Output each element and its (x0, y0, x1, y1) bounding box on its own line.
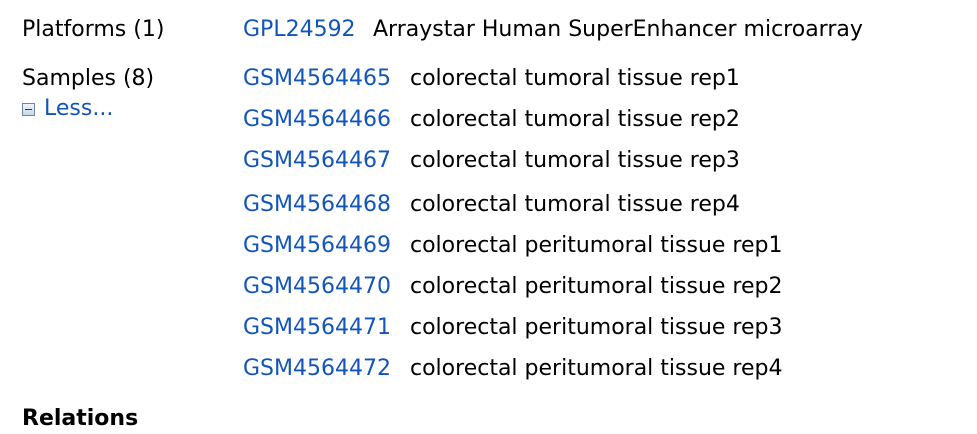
platforms-label: Platforms (1) (22, 17, 165, 42)
relations-heading: Relations (22, 406, 139, 431)
sample-row: GSM4564469 colorectal peritumoral tissue… (0, 231, 977, 261)
sample-accession-link[interactable]: GSM4564467 (243, 146, 391, 176)
platforms-row: Platforms (1) GPL24592 Arraystar Human S… (0, 15, 977, 45)
sample-title: colorectal tumoral tissue rep3 (410, 148, 740, 173)
sample-row: GSM4564470 colorectal peritumoral tissue… (0, 272, 977, 302)
sample-row: GSM4564466 colorectal tumoral tissue rep… (0, 105, 977, 135)
sample-accession-link[interactable]: GSM4564469 (243, 231, 391, 261)
sample-accession-link[interactable]: GSM4564468 (243, 190, 391, 220)
sample-row: GSM4564468 colorectal tumoral tissue rep… (0, 190, 977, 220)
sample-accession-link[interactable]: GSM4564471 (243, 313, 391, 343)
sample-accession-link[interactable]: GSM4564466 (243, 105, 391, 135)
sample-accession-link[interactable]: GSM4564465 (243, 64, 391, 94)
samples-label: Samples (8) (22, 66, 155, 91)
sample-title: colorectal peritumoral tissue rep1 (410, 233, 783, 258)
sample-accession-link[interactable]: GSM4564472 (243, 354, 391, 384)
platform-accession-link[interactable]: GPL24592 (243, 15, 356, 45)
sample-title: colorectal tumoral tissue rep4 (410, 192, 740, 217)
sample-row: Samples (8) GSM4564465 colorectal tumora… (0, 64, 977, 94)
sample-title: colorectal peritumoral tissue rep3 (410, 315, 783, 340)
sample-title: colorectal tumoral tissue rep2 (410, 107, 740, 132)
sample-title: colorectal peritumoral tissue rep2 (410, 274, 783, 299)
sample-accession-link[interactable]: GSM4564470 (243, 272, 391, 302)
sample-row: GSM4564471 colorectal peritumoral tissue… (0, 313, 977, 343)
sample-title: colorectal tumoral tissue rep1 (410, 66, 740, 91)
sample-title: colorectal peritumoral tissue rep4 (410, 356, 783, 381)
sample-row: GSM4564467 colorectal tumoral tissue rep… (0, 146, 977, 176)
sample-row: GSM4564472 colorectal peritumoral tissue… (0, 354, 977, 384)
platform-title: Arraystar Human SuperEnhancer microarray (373, 17, 863, 42)
